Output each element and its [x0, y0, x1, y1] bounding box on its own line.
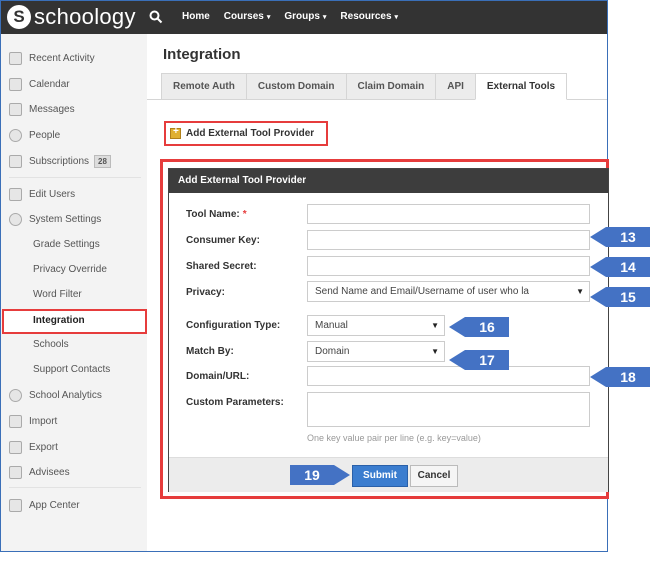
consumer-key-input[interactable]: [307, 230, 590, 250]
match-by-label: Match By:: [186, 346, 234, 357]
tab-api[interactable]: API: [435, 73, 475, 100]
nav-home[interactable]: Home: [182, 11, 210, 22]
privacy-select[interactable]: Send Name and Email/Username of user who…: [307, 281, 590, 302]
cancel-button[interactable]: Cancel: [410, 465, 458, 487]
custom-parameters-label: Custom Parameters:: [186, 397, 284, 408]
consumer-key-label: Consumer Key:: [186, 235, 260, 246]
search-icon[interactable]: [149, 10, 163, 24]
sidebar-item-word-filter[interactable]: Word Filter: [33, 284, 82, 304]
sidebar-item-messages[interactable]: Messages: [9, 99, 75, 119]
callout-18: 18: [590, 367, 650, 387]
sidebar-item-advisees[interactable]: Advisees: [9, 462, 70, 482]
sidebar-item-export[interactable]: Export: [9, 437, 58, 457]
edit-users-icon: [9, 187, 22, 201]
sidebar-divider: [9, 177, 141, 178]
subscriptions-icon: [9, 154, 22, 168]
required-asterisk: *: [242, 209, 247, 220]
add-icon: [170, 126, 181, 139]
sidebar: Recent Activity Calendar Messages People…: [1, 34, 147, 551]
chevron-down-icon: ▾: [266, 14, 271, 21]
add-external-tool-provider-button[interactable]: Add External Tool Provider: [164, 121, 328, 146]
schoology-logo[interactable]: S schoology: [7, 5, 136, 29]
shared-secret-input[interactable]: [307, 256, 590, 276]
sidebar-item-grade-settings[interactable]: Grade Settings: [33, 234, 100, 254]
logo-text: schoology: [34, 4, 136, 29]
sidebar-item-recent-activity[interactable]: Recent Activity: [9, 48, 95, 68]
sidebar-item-schools[interactable]: Schools: [33, 334, 69, 354]
sidebar-item-system-settings[interactable]: System Settings: [9, 209, 101, 229]
sidebar-item-support-contacts[interactable]: Support Contacts: [33, 359, 110, 379]
callout-19: 19: [290, 465, 350, 485]
app-center-icon: [9, 498, 22, 512]
nav-groups[interactable]: Groups ▾: [284, 11, 326, 22]
tool-name-label: Tool Name: *: [186, 209, 247, 220]
callout-16: 16: [449, 317, 509, 337]
match-by-select[interactable]: Domain ▼: [307, 341, 445, 362]
sidebar-item-import[interactable]: Import: [9, 411, 57, 431]
custom-parameters-hint: One key value pair per line (e.g. key=va…: [307, 433, 481, 443]
sidebar-item-calendar[interactable]: Calendar: [9, 74, 70, 94]
page-title: Integration: [163, 46, 241, 63]
main-nav: Home Courses ▾ Groups ▾ Resources ▾: [182, 11, 398, 22]
shared-secret-label: Shared Secret:: [186, 261, 257, 272]
envelope-icon: [9, 102, 22, 116]
sidebar-item-subscriptions[interactable]: Subscriptions 28: [9, 151, 111, 171]
top-navigation-bar: S schoology Home Courses ▾ Groups ▾ Resour…: [1, 1, 607, 34]
domain-url-label: Domain/URL:: [186, 371, 250, 382]
dropdown-arrow-icon: ▼: [576, 287, 584, 296]
dropdown-arrow-icon: ▼: [431, 321, 439, 330]
sidebar-item-privacy-override[interactable]: Privacy Override: [33, 259, 107, 279]
custom-parameters-textarea[interactable]: [307, 392, 590, 427]
import-icon: [9, 414, 22, 428]
calendar-icon: [9, 77, 22, 91]
tool-name-input[interactable]: [307, 204, 590, 224]
add-external-tool-provider-label: Add External Tool Provider: [186, 128, 315, 139]
tab-custom-domain[interactable]: Custom Domain: [245, 73, 346, 100]
sidebar-item-people[interactable]: People: [9, 125, 60, 145]
callout-15: 15: [590, 287, 650, 307]
subscriptions-count-badge: 28: [94, 154, 111, 168]
callout-13: 13: [590, 227, 650, 247]
dialog-footer: Submit Cancel: [169, 457, 608, 492]
add-external-tool-dialog: Add External Tool Provider Tool Name: * C…: [168, 168, 609, 492]
callout-17: 17: [449, 350, 509, 370]
chevron-down-icon: ▾: [322, 14, 327, 21]
sidebar-item-school-analytics[interactable]: School Analytics: [9, 385, 102, 405]
nav-resources[interactable]: Resources ▾: [340, 11, 398, 22]
sidebar-item-integration[interactable]: Integration: [2, 309, 147, 334]
list-icon: [9, 51, 22, 65]
nav-courses[interactable]: Courses ▾: [224, 11, 271, 22]
tab-claim-domain[interactable]: Claim Domain: [345, 73, 436, 100]
configuration-type-select[interactable]: Manual ▼: [307, 315, 445, 336]
configuration-type-label: Configuration Type:: [186, 320, 281, 331]
callout-14: 14: [590, 257, 650, 277]
tab-remote-auth[interactable]: Remote Auth: [161, 73, 246, 100]
advisees-icon: [9, 465, 22, 479]
dialog-title: Add External Tool Provider: [169, 169, 608, 193]
integration-tabs: Remote Auth Custom Domain Claim Domain A…: [161, 73, 568, 100]
analytics-icon: [9, 388, 22, 402]
person-icon: [9, 128, 22, 142]
tab-external-tools[interactable]: External Tools: [474, 73, 568, 100]
sidebar-item-app-center[interactable]: App Center: [9, 495, 80, 515]
logo-mark: S: [7, 5, 31, 29]
sidebar-item-edit-users[interactable]: Edit Users: [9, 184, 75, 204]
export-icon: [9, 440, 22, 454]
chevron-down-icon: ▾: [394, 14, 399, 21]
privacy-label: Privacy:: [186, 287, 225, 298]
gear-icon: [9, 212, 22, 226]
sidebar-divider: [9, 487, 141, 488]
submit-button[interactable]: Submit: [352, 465, 408, 487]
dropdown-arrow-icon: ▼: [431, 347, 439, 356]
